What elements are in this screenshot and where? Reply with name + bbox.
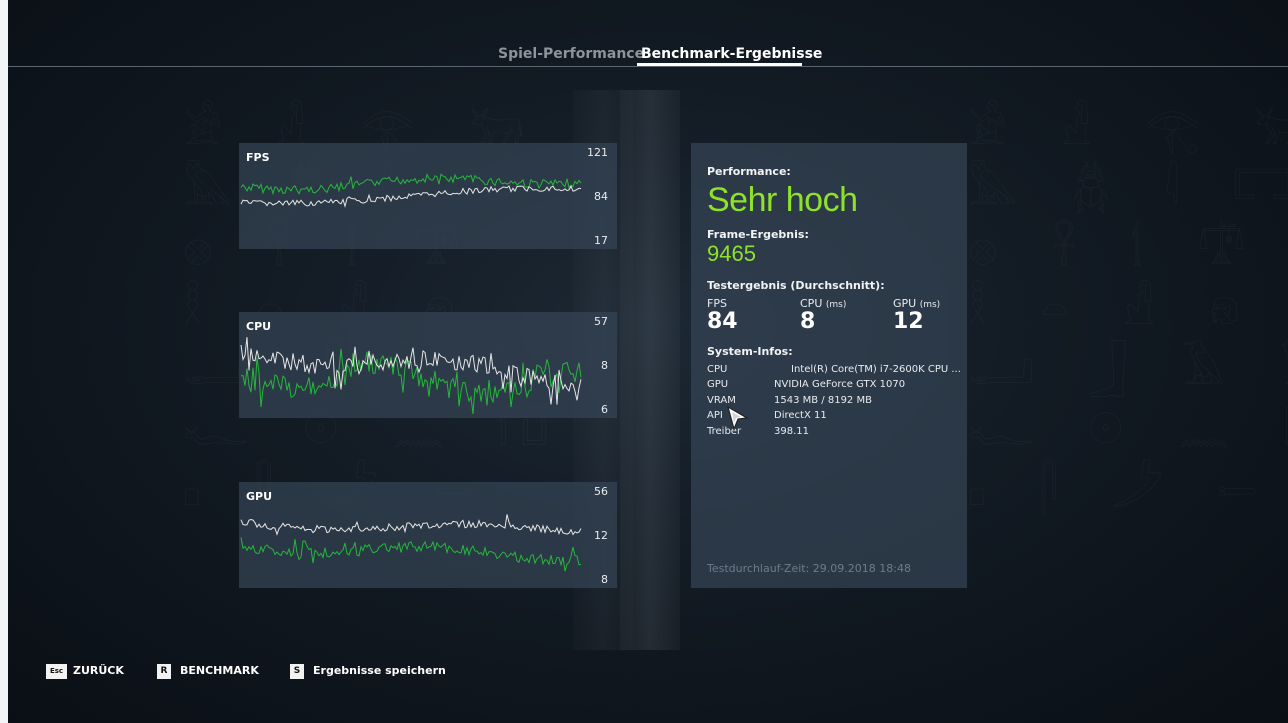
gpu-tick-max: 56 [594, 485, 608, 498]
svg-gpu-green-line [240, 537, 582, 572]
s-key-icon[interactable]: S [290, 664, 304, 679]
gpu-tick-min: 8 [601, 573, 608, 586]
fps-graph-panel: FPS 121 84 17 [239, 143, 617, 249]
gpu-graph-panel: GPU 56 12 8 [239, 482, 617, 588]
game-background: 𓀀 𓁐 𓂀 𓃒 𓅓 𓆣 𓇋 𓉐 𓊖 𓋹 𓌀 𓍝 𓎛 𓏏 𓀭 𓁶 𓂝 𓃀 𓄿 𓅱 … [8, 0, 1288, 723]
gpu-tick-avg: 12 [594, 529, 608, 542]
sys-key-gpu: GPU [707, 379, 729, 390]
sys-value-driver: 398.11 [774, 426, 809, 437]
back-button[interactable]: ZURÜCK [73, 664, 124, 677]
cpu-tick-max: 57 [594, 315, 608, 328]
save-results-button[interactable]: Ergebnisse speichern [313, 664, 446, 677]
frame-result-label: Frame-Ergebnis: [707, 228, 809, 241]
footer-controls: Esc ZURÜCK R BENCHMARK S Ergebnisse spei… [8, 663, 1288, 683]
hieroglyph-wall-right: 𓀀 𓁐 𓂀 𓃒 𓅓 𓆣 𓇋 𓉐 𓊖 𓋹 𓌀 𓍝 𓎛 𓏏 𓀭 𓁶 𓂝 𓃀 𓄿 𓅱 … [968, 104, 1288, 515]
fps-tick-avg: 84 [594, 190, 608, 203]
tab-spiel-performance[interactable]: Spiel-Performance [498, 46, 644, 62]
sys-value-gpu: NVIDIA GeForce GTX 1070 [774, 379, 906, 390]
system-info-label: System-Infos: [707, 345, 793, 358]
svg-gpu-white-line [240, 514, 582, 536]
screen: 𓀀 𓁐 𓂀 𓃒 𓅓 𓆣 𓇋 𓉐 𓊖 𓋹 𓌀 𓍝 𓎛 𓏏 𓀭 𓁶 𓂝 𓃀 𓄿 𓅱 … [0, 0, 1288, 723]
performance-value: Sehr hoch [707, 181, 858, 219]
sys-value-vram: 1543 MB / 8192 MB [774, 395, 872, 406]
frame-result-value: 9465 [707, 241, 756, 266]
svg-cpu-white-line [240, 337, 582, 405]
r-key-icon[interactable]: R [157, 664, 171, 679]
tab-bar: Spiel-Performance Benchmark-Ergebnisse [8, 46, 1288, 68]
results-panel: Performance: Sehr hoch Frame-Ergebnis: 9… [691, 143, 967, 588]
sys-key-vram: VRAM [707, 395, 736, 406]
performance-label: Performance: [707, 165, 791, 178]
sys-key-cpu: CPU [707, 364, 728, 375]
stat-gpu-value: 12 [893, 309, 924, 334]
fps-tick-max: 121 [587, 146, 608, 159]
tab-benchmark-ergebnisse[interactable]: Benchmark-Ergebnisse [641, 46, 822, 62]
sys-key-api: API [707, 410, 723, 421]
tab-divider [8, 66, 1288, 67]
svg-fps-green-line [240, 173, 582, 196]
gpu-graph-plot [240, 514, 582, 572]
sys-value-api: DirectX 11 [774, 410, 827, 421]
stat-fps-value: 84 [707, 309, 738, 334]
stat-cpu-value: 8 [800, 309, 816, 334]
cpu-tick-avg: 8 [601, 359, 608, 372]
sys-value-cpu: Intel(R) Core(TM) i7-2600K CPU ... [791, 364, 961, 375]
esc-key-icon[interactable]: Esc [46, 664, 67, 679]
test-result-label: Testergebnis (Durchschnitt): [707, 279, 885, 292]
fps-graph-plot [240, 173, 582, 209]
mouse-cursor-icon [727, 406, 749, 431]
benchmark-button[interactable]: BENCHMARK [180, 664, 259, 677]
cpu-graph-plot [240, 337, 582, 415]
cpu-tick-min: 6 [601, 403, 608, 416]
test-run-time: Testdurchlauf-Zeit: 29.09.2018 18:48 [707, 562, 911, 575]
cpu-graph-panel: CPU 57 8 6 [239, 312, 617, 418]
fps-tick-min: 17 [594, 234, 608, 247]
